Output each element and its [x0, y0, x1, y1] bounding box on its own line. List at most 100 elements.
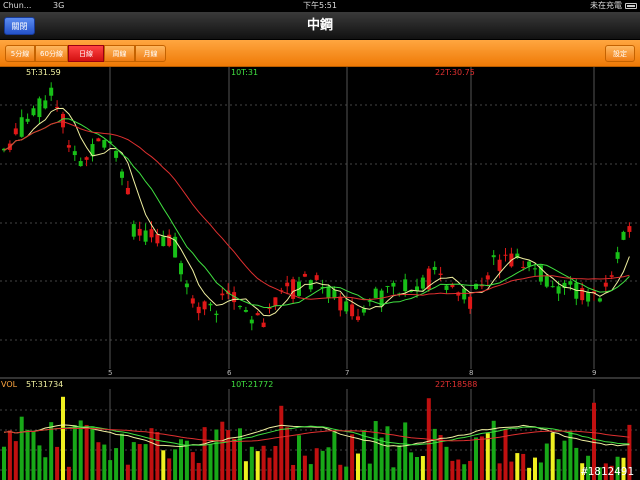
stock-chart[interactable]: 5T:31.59 10T:31 22T:30.75 5 6 7 8 9 VOL …: [0, 67, 640, 480]
watermark: #1812491: [581, 465, 634, 478]
candle-body: [438, 273, 443, 275]
candle-body: [249, 319, 254, 324]
candle-body: [96, 138, 101, 142]
volume-ma22-label: 22T:18588: [435, 380, 478, 389]
volume-bar: [55, 446, 60, 480]
volume-bar: [302, 455, 307, 480]
volume-bar: [226, 430, 231, 480]
volume-bar: [538, 462, 543, 480]
candle-body: [19, 117, 24, 137]
candle-body: [161, 236, 166, 247]
volume-bar: [161, 450, 166, 480]
x-tick-label: 5: [108, 369, 113, 377]
volume-bar: [61, 396, 65, 480]
candle-body: [462, 288, 467, 300]
volume-bar: [509, 461, 514, 480]
volume-bar: [49, 422, 54, 480]
candle-body: [84, 157, 89, 160]
volume-bar: [562, 440, 567, 480]
chart-canvas[interactable]: [0, 67, 640, 480]
volume-bar: [338, 464, 343, 480]
volume-bar: [31, 430, 36, 480]
volume-bar: [137, 444, 142, 480]
candle-body: [78, 161, 83, 167]
candle-body: [114, 150, 119, 158]
tab-daily[interactable]: 日線: [68, 45, 104, 62]
candle-body: [214, 313, 219, 316]
volume-bar: [409, 452, 414, 480]
candle-body: [314, 275, 319, 280]
volume-bar: [462, 464, 467, 480]
candle-body: [125, 187, 130, 195]
candle-body: [184, 283, 189, 288]
tab-60min[interactable]: 60分線: [35, 45, 68, 62]
candle-body: [491, 255, 496, 258]
candle-body: [432, 266, 437, 270]
volume-bar: [367, 463, 372, 480]
status-bar: Chun... 3G 下午5:51 未在充電: [0, 0, 640, 12]
volume-bar: [391, 467, 396, 480]
candle-body: [326, 286, 331, 299]
candle-body: [586, 292, 591, 302]
volume-bar: [485, 433, 490, 480]
x-tick-label: 6: [227, 369, 232, 377]
candle-body: [13, 128, 18, 135]
volume-bar: [556, 459, 561, 480]
candle-body: [255, 313, 260, 316]
candle-body: [149, 229, 154, 238]
volume-bar: [444, 446, 449, 480]
volume-bar: [432, 428, 437, 480]
candle-body: [533, 268, 537, 270]
volume-bar: [497, 463, 502, 480]
volume-bar: [202, 427, 207, 480]
volume-bar: [184, 440, 189, 480]
candle-body: [420, 277, 425, 289]
tab-monthly[interactable]: 月線: [135, 45, 166, 62]
candle-body: [350, 304, 355, 317]
candle-body: [220, 293, 225, 296]
candle-body: [131, 224, 136, 237]
candle-body: [403, 279, 408, 292]
volume-bar: [574, 447, 579, 480]
close-button[interactable]: 關閉: [4, 17, 35, 35]
volume-bar: [291, 464, 296, 480]
volume-bar: [503, 429, 508, 480]
volume-bar: [521, 453, 526, 480]
candle-body: [356, 316, 360, 321]
candle-body: [137, 228, 142, 236]
period-toolbar: 5分線 60分線 日線 周線 月線 設定: [0, 40, 640, 67]
volume-bar: [179, 439, 183, 480]
volume-bar: [196, 462, 201, 480]
settings-button[interactable]: 設定: [605, 45, 635, 62]
candle-body: [66, 145, 71, 148]
candle-body: [385, 285, 390, 287]
volume-bar: [403, 422, 408, 480]
volume-bar: [397, 445, 402, 480]
volume-bar: [167, 458, 172, 480]
candle-body: [302, 273, 307, 277]
volume-bar: [114, 448, 119, 480]
candle-body: [456, 292, 461, 296]
candle-body: [627, 226, 632, 232]
volume-bar: [155, 431, 160, 480]
volume-bar: [544, 443, 549, 480]
volume-bar: [149, 428, 154, 480]
candle-body: [474, 283, 478, 290]
price-ma22-label: 22T:30.75: [435, 68, 475, 77]
candle-body: [568, 281, 573, 285]
volume-bar: [285, 427, 290, 480]
volume-bar: [550, 432, 555, 480]
volume-bar: [279, 405, 284, 480]
volume-bar: [420, 456, 425, 480]
charging-status: 未在充電: [590, 1, 622, 10]
page-title: 中鋼: [306, 18, 333, 33]
candle-body: [615, 252, 620, 259]
candle-body: [102, 139, 107, 148]
candle-body: [603, 282, 608, 287]
tab-weekly[interactable]: 周線: [104, 45, 135, 62]
volume-bar: [261, 445, 266, 480]
volume-bar: [190, 452, 195, 480]
candle-body: [196, 306, 201, 314]
tab-5min[interactable]: 5分線: [5, 45, 35, 62]
volume-bar: [243, 461, 248, 480]
